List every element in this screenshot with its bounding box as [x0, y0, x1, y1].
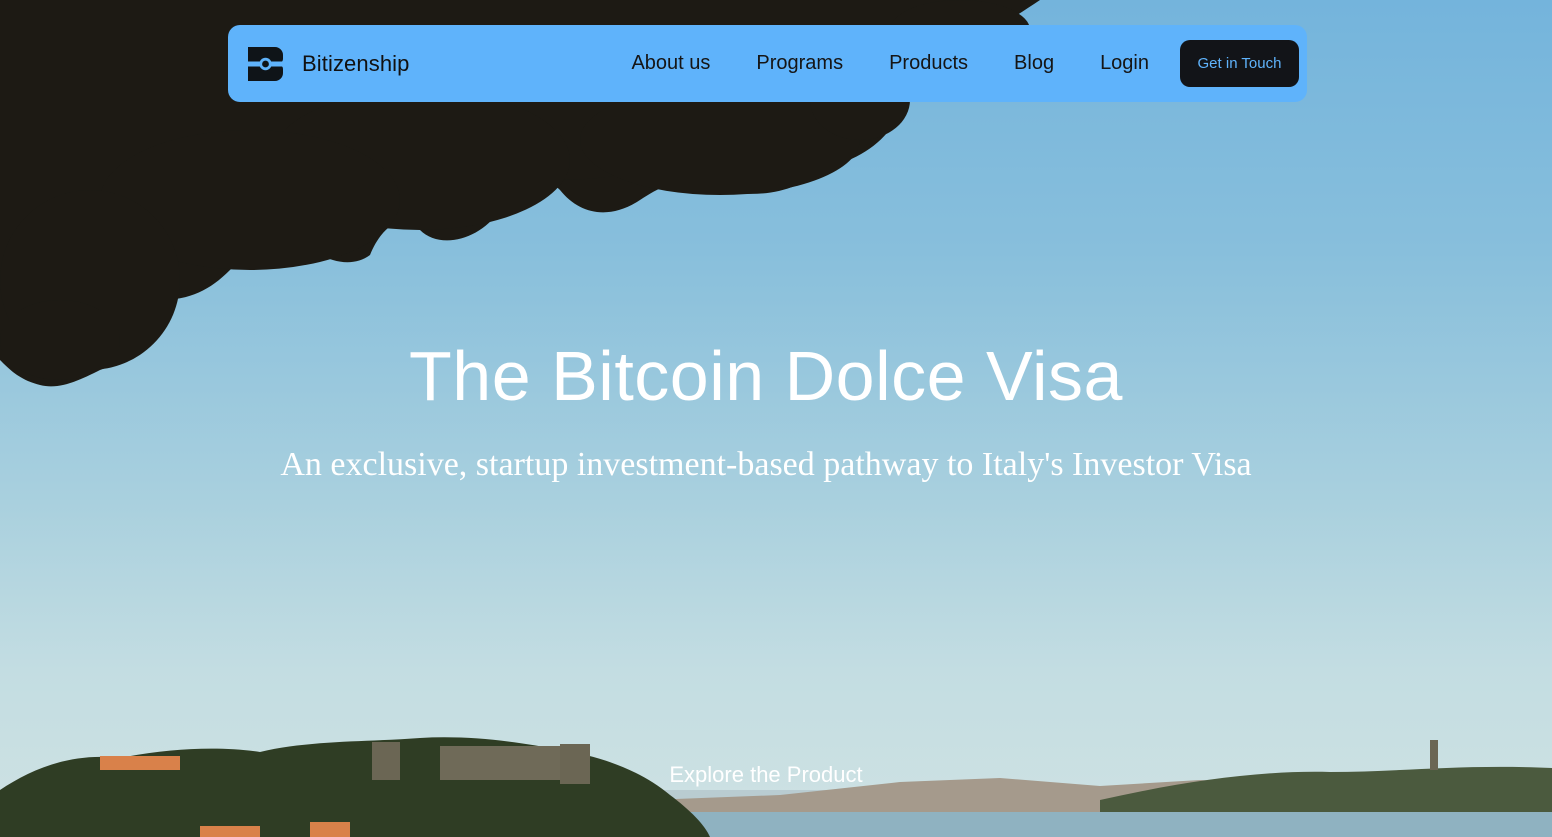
nav-link-programs[interactable]: Programs [756, 52, 843, 75]
top-navbar: Bitizenship About us Programs Products B… [228, 25, 1307, 102]
brand-name: Bitizenship [302, 50, 410, 76]
hero-subtitle: An exclusive, startup investment-based p… [280, 446, 1252, 483]
explore-product-link[interactable]: Explore the Product [0, 762, 1532, 788]
hero-background-image [0, 0, 1552, 837]
nav-link-blog[interactable]: Blog [1014, 52, 1054, 75]
hero-title: The Bitcoin Dolce Visa [409, 337, 1123, 415]
nav-link-products[interactable]: Products [889, 52, 968, 75]
brand-link[interactable]: Bitizenship [248, 46, 410, 81]
nav-links: About us Programs Products Blog Login Ge… [631, 40, 1299, 87]
get-in-touch-button[interactable]: Get in Touch [1180, 40, 1299, 87]
bitizenship-logo-icon [248, 46, 283, 81]
nav-link-login[interactable]: Login [1100, 52, 1149, 75]
hero-section [0, 0, 1552, 837]
nav-link-about-us[interactable]: About us [631, 52, 710, 75]
